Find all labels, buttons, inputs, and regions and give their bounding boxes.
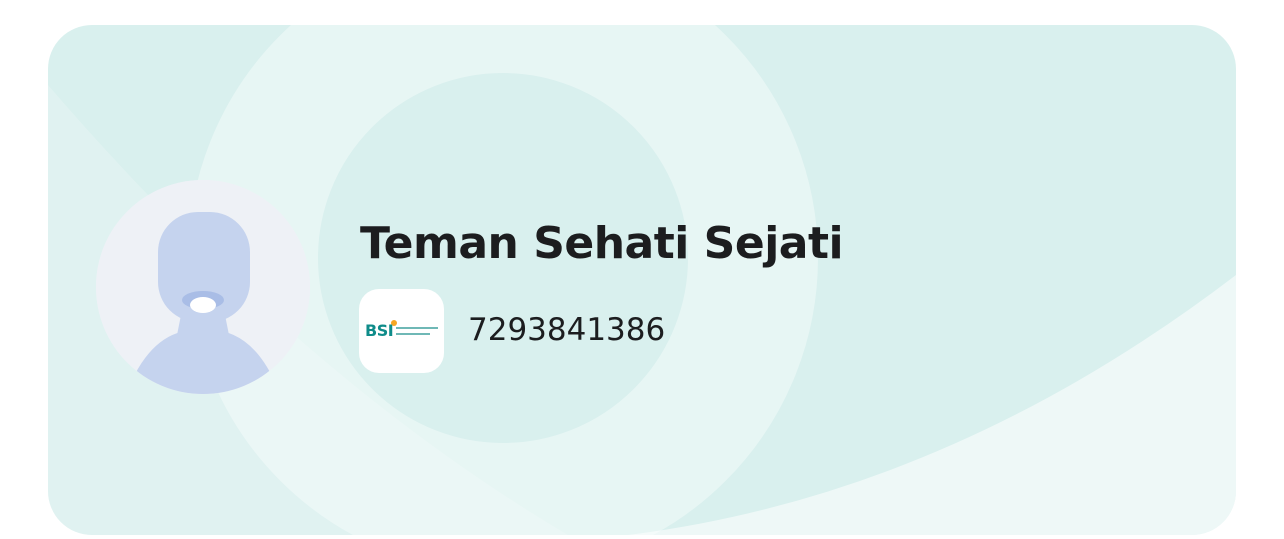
avatar xyxy=(96,180,310,394)
contact-name: Teman Sehati Sejati xyxy=(360,218,844,269)
bank-logo-text: BSI xyxy=(365,321,394,340)
default-user-avatar-icon xyxy=(96,180,310,394)
bank-logo: BSI xyxy=(359,289,444,373)
account-number: 7293841386 xyxy=(468,312,666,348)
